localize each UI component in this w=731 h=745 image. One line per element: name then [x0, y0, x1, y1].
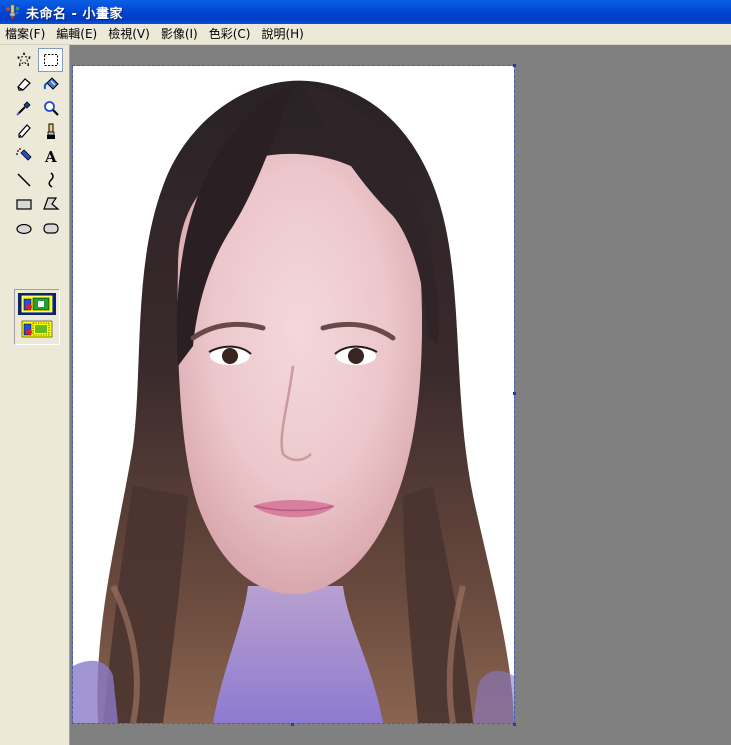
resize-handle-bottom[interactable] — [291, 723, 294, 726]
menu-image[interactable]: 影像(I) — [156, 25, 204, 43]
fill-with-color-tool[interactable] — [38, 72, 63, 96]
paint-app-icon[interactable] — [5, 4, 21, 20]
magnifier-tool[interactable] — [38, 96, 63, 120]
pencil-icon — [17, 124, 31, 138]
polygon-icon — [42, 197, 60, 210]
tool-grid: A — [11, 48, 63, 240]
ellipse-tool[interactable] — [11, 216, 36, 240]
rectangle-select-icon — [43, 54, 58, 66]
menu-file[interactable]: 檔案(F) — [0, 25, 51, 43]
svg-text:A: A — [44, 148, 57, 165]
tool-options-box — [14, 289, 60, 345]
rectangle-icon — [15, 199, 32, 210]
pick-color-tool[interactable] — [11, 96, 36, 120]
paint-window: 未命名 - 小畫家 檔案(F) 編輯(E) 檢視(V) 影像(I) 色彩(C) … — [0, 0, 731, 745]
rounded-rectangle-icon — [42, 223, 59, 234]
eraser-tool[interactable] — [11, 72, 36, 96]
portrait-photo-image — [73, 66, 514, 723]
canvas-workspace[interactable] — [70, 45, 731, 745]
menu-view[interactable]: 檢視(V) — [103, 25, 156, 43]
menu-help[interactable]: 說明(H) — [256, 25, 309, 43]
free-form-select-tool[interactable] — [11, 48, 36, 72]
polygon-tool[interactable] — [38, 192, 63, 216]
menu-colors[interactable]: 色彩(C) — [204, 25, 257, 43]
menu-bar: 檔案(F) 編輯(E) 檢視(V) 影像(I) 色彩(C) 說明(H) — [0, 24, 731, 45]
resize-handle-right[interactable] — [513, 392, 516, 395]
resize-handle-top-right[interactable] — [513, 64, 516, 67]
brush-tool[interactable] — [38, 120, 63, 144]
rectangle-tool[interactable] — [11, 192, 36, 216]
menu-edit[interactable]: 編輯(E) — [51, 25, 103, 43]
opaque-selection-icon — [21, 295, 53, 313]
text-icon: A — [44, 148, 57, 165]
airbrush-tool[interactable] — [11, 144, 36, 168]
brush-icon — [46, 123, 55, 139]
eyedropper-icon — [15, 101, 31, 116]
line-tool[interactable] — [11, 168, 36, 192]
free-form-select-icon — [15, 51, 32, 68]
window-frame-left — [0, 45, 7, 745]
opaque-selection-option[interactable] — [18, 293, 56, 315]
title-bar[interactable]: 未命名 - 小畫家 — [0, 0, 731, 24]
drawing-canvas[interactable] — [73, 66, 514, 723]
pencil-tool[interactable] — [11, 120, 36, 144]
rounded-rectangle-tool[interactable] — [38, 216, 63, 240]
transparent-selection-option[interactable] — [18, 318, 56, 340]
airbrush-icon — [15, 148, 32, 161]
curve-tool[interactable] — [38, 168, 63, 192]
paint-bucket-icon — [43, 77, 59, 90]
curve-icon — [48, 172, 54, 188]
text-tool[interactable]: A — [38, 144, 63, 168]
line-icon — [16, 173, 31, 187]
main-area: A — [0, 45, 731, 745]
toolbox: A — [7, 45, 70, 745]
magnifier-icon — [43, 101, 59, 116]
resize-handle-bottom-right[interactable] — [513, 723, 516, 726]
transparent-selection-icon — [21, 320, 53, 338]
ellipse-icon — [15, 223, 32, 235]
window-title: 未命名 - 小畫家 — [26, 6, 123, 22]
rectangle-select-tool[interactable] — [38, 48, 63, 72]
eraser-icon — [16, 78, 31, 91]
